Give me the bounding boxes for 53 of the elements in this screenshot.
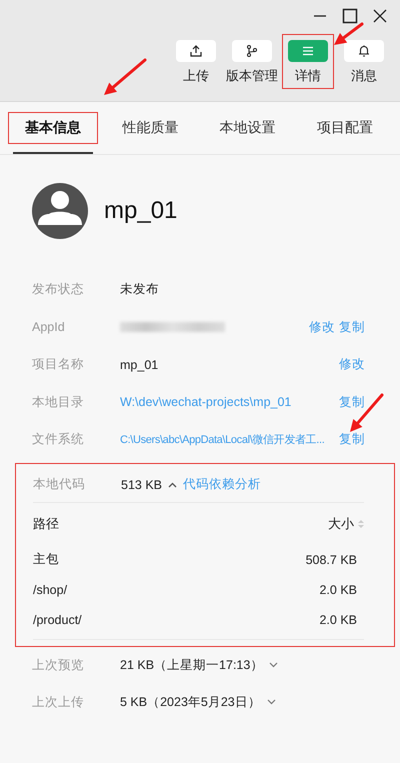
field-value: 21 KB（上星期一17:13） (120, 656, 264, 674)
toolbar-label: 消息 (351, 67, 377, 85)
path-link[interactable]: W:\dev\wechat-projects\mp_01 (120, 395, 339, 410)
field-value: 513 KB (121, 478, 162, 492)
field-label: 本地代码 (33, 476, 86, 493)
chevron-up-icon[interactable] (168, 482, 178, 488)
branch-icon (245, 44, 259, 58)
field-label: 项目名称 (32, 356, 85, 374)
field-label: AppId (32, 320, 66, 334)
tab[interactable]: 基本信息 (8, 112, 98, 144)
field-label: 上次预览 (32, 656, 85, 674)
chevron-down-icon[interactable] (269, 662, 278, 668)
maximize-icon[interactable] (342, 8, 358, 24)
field-value: mp_01 (120, 358, 160, 372)
field-label: 本地目录 (32, 394, 85, 411)
analysis-link[interactable]: 代码依赖分析 (183, 476, 262, 493)
action-link[interactable]: 复制 (339, 431, 365, 448)
toolbar-label: 版本管理 (226, 67, 278, 85)
toolbar-label: 上传 (183, 67, 209, 85)
bell-icon (357, 44, 371, 58)
field-label: 上次上传 (32, 694, 85, 710)
table-cell: 2.0 KB (319, 582, 357, 596)
upload-icon (189, 44, 203, 58)
avatar-icon (32, 183, 88, 239)
action-link[interactable]: 复制 (339, 318, 365, 336)
chevron-down-icon[interactable] (266, 699, 276, 705)
toolbar-button[interactable] (176, 40, 216, 62)
tab[interactable]: 性能质量 (105, 112, 196, 144)
field-label: 发布状态 (32, 281, 85, 298)
toolbar-label: 详情 (295, 67, 321, 85)
toolbar-button[interactable] (232, 40, 272, 62)
tab[interactable]: 项目配置 (300, 112, 390, 144)
column-header[interactable]: 大小 (328, 514, 354, 532)
action-link[interactable]: 复制 (339, 394, 365, 411)
action-link[interactable]: 修改 (339, 356, 365, 374)
close-icon[interactable] (372, 8, 388, 24)
path-link[interactable]: C:\Users\abc\AppData\Local\微信开发者工... (120, 432, 339, 448)
tab[interactable]: 本地设置 (202, 112, 293, 144)
field-label: 文件系统 (32, 431, 85, 448)
toolbar-button[interactable] (344, 40, 384, 62)
field-value: 5 KB（2023年5月23日） (120, 694, 261, 710)
table-cell: 2.0 KB (319, 612, 357, 626)
annotation-arrow (334, 22, 364, 45)
column-header: 路径 (33, 514, 59, 532)
table-cell: 508.7 KB (306, 552, 357, 566)
project-name: mp_01 (104, 197, 178, 225)
table-cell: 主包 (33, 551, 59, 568)
table-cell: /shop/ (33, 582, 68, 596)
action-link[interactable]: 修改 (309, 318, 335, 336)
field-value: 未发布 (120, 281, 160, 298)
menu-icon (301, 44, 315, 58)
table-cell: /product/ (33, 612, 82, 626)
annotation-arrow (104, 58, 146, 95)
